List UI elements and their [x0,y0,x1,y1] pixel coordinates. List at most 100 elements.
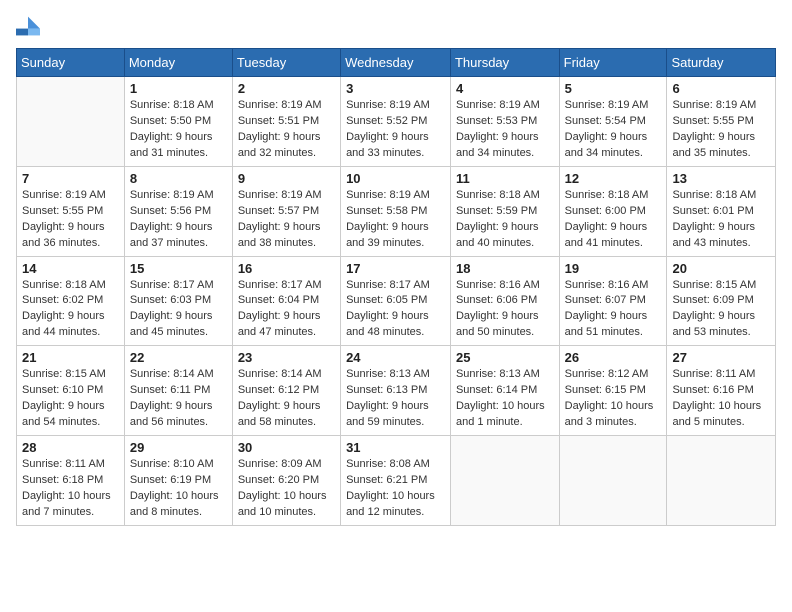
day-number: 27 [672,350,770,365]
day-info: Sunrise: 8:18 AMSunset: 5:50 PMDaylight:… [130,98,227,162]
day-info: Sunrise: 8:19 AMSunset: 5:52 PMDaylight:… [346,98,445,162]
calendar-cell: 3 Sunrise: 8:19 AMSunset: 5:52 PMDaylight… [341,77,451,167]
calendar-header-saturday: Saturday [667,49,776,77]
calendar-cell [450,436,559,526]
calendar-cell: 14 Sunrise: 8:18 AMSunset: 6:02 PMDayligh… [17,256,125,346]
day-number: 14 [22,261,119,276]
calendar-cell: 17Sunrise: 8:17 AMSunset: 6:05 PMDayligh… [341,256,451,346]
day-info: Sunrise: 8:14 AMSunset: 6:12 PMDaylight:… [238,367,335,431]
day-number: 12 [565,171,662,186]
day-info: Sunrise: 8:17 AMSunset: 6:05 PMDaylight:… [346,278,445,342]
day-info: Sunrise: 8:13 AMSunset: 6:14 PMDaylight:… [456,367,554,431]
day-info: Sunrise: 8:19 AMSunset: 5:55 PMDaylight:… [672,98,770,162]
logo-icon [16,16,40,36]
calendar-cell: 16Sunrise: 8:17 AMSunset: 6:04 PMDayligh… [232,256,340,346]
day-info: Sunrise: 8:11 AMSunset: 6:16 PMDaylight:… [672,367,770,431]
calendar-cell: 7 Sunrise: 8:19 AMSunset: 5:55 PMDaylight… [17,166,125,256]
day-info: Sunrise: 8:19 AMSunset: 5:57 PMDaylight:… [238,188,335,252]
day-number: 6 [672,81,770,96]
calendar-cell: 27 Sunrise: 8:11 AMSunset: 6:16 PMDayligh… [667,346,776,436]
calendar-cell: 5 Sunrise: 8:19 AMSunset: 5:54 PMDaylight… [559,77,667,167]
day-info: Sunrise: 8:18 AMSunset: 6:02 PMDaylight:… [22,278,119,342]
day-number: 13 [672,171,770,186]
calendar-cell: 4Sunrise: 8:19 AMSunset: 5:53 PMDaylight… [450,77,559,167]
calendar-cell: 15 Sunrise: 8:17 AMSunset: 6:03 PMDayligh… [124,256,232,346]
day-info: Sunrise: 8:19 AMSunset: 5:56 PMDaylight:… [130,188,227,252]
day-number: 4 [456,81,554,96]
day-number: 18 [456,261,554,276]
day-number: 23 [238,350,335,365]
calendar-cell: 11Sunrise: 8:18 AMSunset: 5:59 PMDayligh… [450,166,559,256]
day-info: Sunrise: 8:11 AMSunset: 6:18 PMDaylight:… [22,457,119,521]
calendar-cell: 24 Sunrise: 8:13 AMSunset: 6:13 PMDayligh… [341,346,451,436]
day-number: 20 [672,261,770,276]
calendar-cell: 12 Sunrise: 8:18 AMSunset: 6:00 PMDayligh… [559,166,667,256]
day-info: Sunrise: 8:19 AMSunset: 5:58 PMDaylight:… [346,188,445,252]
day-info: Sunrise: 8:09 AMSunset: 6:20 PMDaylight:… [238,457,335,521]
calendar-cell: 29 Sunrise: 8:10 AMSunset: 6:19 PMDayligh… [124,436,232,526]
day-number: 31 [346,440,445,455]
calendar-cell: 26Sunrise: 8:12 AMSunset: 6:15 PMDayligh… [559,346,667,436]
day-info: Sunrise: 8:13 AMSunset: 6:13 PMDaylight:… [346,367,445,431]
day-number: 19 [565,261,662,276]
day-number: 21 [22,350,119,365]
day-number: 29 [130,440,227,455]
day-number: 16 [238,261,335,276]
calendar-cell: 19 Sunrise: 8:16 AMSunset: 6:07 PMDayligh… [559,256,667,346]
day-info: Sunrise: 8:15 AMSunset: 6:10 PMDaylight:… [22,367,119,431]
day-info: Sunrise: 8:10 AMSunset: 6:19 PMDaylight:… [130,457,227,521]
calendar-header-wednesday: Wednesday [341,49,451,77]
calendar-header-friday: Friday [559,49,667,77]
day-info: Sunrise: 8:19 AMSunset: 5:54 PMDaylight:… [565,98,662,162]
calendar-cell: 2 Sunrise: 8:19 AMSunset: 5:51 PMDaylight… [232,77,340,167]
calendar-cell: 20 Sunrise: 8:15 AMSunset: 6:09 PMDayligh… [667,256,776,346]
calendar-cell: 21 Sunrise: 8:15 AMSunset: 6:10 PMDayligh… [17,346,125,436]
day-info: Sunrise: 8:19 AMSunset: 5:51 PMDaylight:… [238,98,335,162]
day-info: Sunrise: 8:18 AMSunset: 6:00 PMDaylight:… [565,188,662,252]
day-info: Sunrise: 8:12 AMSunset: 6:15 PMDaylight:… [565,367,662,431]
calendar-cell: 22 Sunrise: 8:14 AMSunset: 6:11 PMDayligh… [124,346,232,436]
day-number: 5 [565,81,662,96]
calendar-header-sunday: Sunday [17,49,125,77]
calendar-week-row: 28 Sunrise: 8:11 AMSunset: 6:18 PMDayligh… [17,436,776,526]
day-number: 22 [130,350,227,365]
calendar-week-row: 14 Sunrise: 8:18 AMSunset: 6:02 PMDayligh… [17,256,776,346]
day-number: 9 [238,171,335,186]
calendar-cell [17,77,125,167]
day-info: Sunrise: 8:17 AMSunset: 6:03 PMDaylight:… [130,278,227,342]
calendar-cell: 1 Sunrise: 8:18 AMSunset: 5:50 PMDaylight… [124,77,232,167]
calendar-cell: 28 Sunrise: 8:11 AMSunset: 6:18 PMDayligh… [17,436,125,526]
calendar-header-thursday: Thursday [450,49,559,77]
calendar-week-row: 7 Sunrise: 8:19 AMSunset: 5:55 PMDaylight… [17,166,776,256]
day-info: Sunrise: 8:19 AMSunset: 5:55 PMDaylight:… [22,188,119,252]
day-number: 10 [346,171,445,186]
calendar-cell: 30 Sunrise: 8:09 AMSunset: 6:20 PMDayligh… [232,436,340,526]
day-info: Sunrise: 8:14 AMSunset: 6:11 PMDaylight:… [130,367,227,431]
calendar-week-row: 21 Sunrise: 8:15 AMSunset: 6:10 PMDayligh… [17,346,776,436]
day-number: 1 [130,81,227,96]
calendar-table: SundayMondayTuesdayWednesdayThursdayFrid… [16,48,776,526]
day-number: 28 [22,440,119,455]
calendar-cell: 8 Sunrise: 8:19 AMSunset: 5:56 PMDaylight… [124,166,232,256]
calendar-cell: 31 Sunrise: 8:08 AMSunset: 6:21 PMDayligh… [341,436,451,526]
calendar-cell [667,436,776,526]
calendar-cell: 13 Sunrise: 8:18 AMSunset: 6:01 PMDayligh… [667,166,776,256]
day-number: 24 [346,350,445,365]
calendar-cell: 18Sunrise: 8:16 AMSunset: 6:06 PMDayligh… [450,256,559,346]
day-number: 25 [456,350,554,365]
calendar-header-row: SundayMondayTuesdayWednesdayThursdayFrid… [17,49,776,77]
day-number: 11 [456,171,554,186]
day-number: 7 [22,171,119,186]
day-info: Sunrise: 8:18 AMSunset: 6:01 PMDaylight:… [672,188,770,252]
calendar-cell: 23 Sunrise: 8:14 AMSunset: 6:12 PMDayligh… [232,346,340,436]
day-info: Sunrise: 8:08 AMSunset: 6:21 PMDaylight:… [346,457,445,521]
day-number: 8 [130,171,227,186]
page-header [16,16,776,36]
day-number: 30 [238,440,335,455]
day-info: Sunrise: 8:15 AMSunset: 6:09 PMDaylight:… [672,278,770,342]
day-number: 15 [130,261,227,276]
calendar-cell: 25 Sunrise: 8:13 AMSunset: 6:14 PMDayligh… [450,346,559,436]
day-info: Sunrise: 8:16 AMSunset: 6:07 PMDaylight:… [565,278,662,342]
day-number: 2 [238,81,335,96]
day-number: 3 [346,81,445,96]
